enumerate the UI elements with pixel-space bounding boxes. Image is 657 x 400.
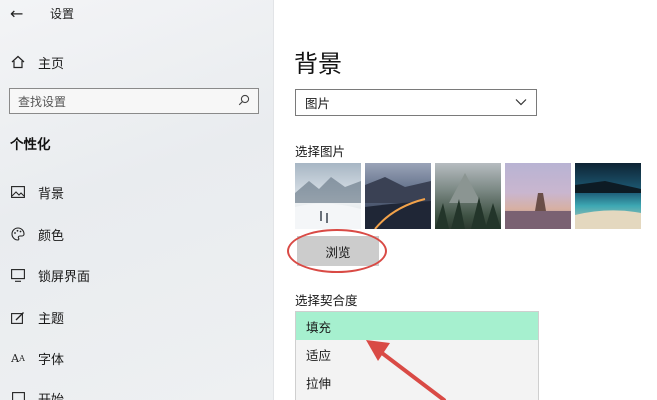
home-icon: [10, 54, 26, 70]
window-title: 设置: [50, 7, 75, 21]
start-icon: [10, 390, 26, 400]
sidebar-item-start[interactable]: 开始: [10, 388, 64, 400]
sidebar-item-lock-screen[interactable]: 锁屏界面: [10, 265, 90, 285]
fit-option-stretch[interactable]: 拉伸: [296, 368, 538, 396]
main-panel: 背景 图片 选择图片 浏览 选择契合度 填充 适应 拉伸: [274, 0, 657, 400]
background-type-value: 图片: [305, 96, 331, 111]
background-type-select[interactable]: 图片: [295, 89, 537, 116]
choose-picture-label: 选择图片: [295, 144, 346, 159]
search-placeholder: 查找设置: [18, 94, 67, 109]
sidebar: ← 设置 主页 查找设置 个性化 背景 颜色 锁屏界面 主题 A A 字体 开始: [0, 0, 274, 400]
picture-thumbnail-beach[interactable]: [575, 163, 641, 229]
back-arrow-icon[interactable]: ←: [10, 4, 23, 23]
fit-option-fit[interactable]: 适应: [296, 340, 538, 368]
sidebar-item-label: 主题: [38, 311, 65, 327]
choose-fit-label: 选择契合度: [295, 293, 358, 308]
sidebar-item-label: 背景: [38, 186, 65, 202]
nav-home-label: 主页: [38, 56, 65, 72]
picture-thumbnail-coast-road[interactable]: [365, 163, 431, 229]
sidebar-item-label: 开始: [38, 392, 65, 400]
sidebar-item-label: 字体: [38, 352, 65, 368]
nav-home[interactable]: 主页: [10, 52, 64, 72]
palette-icon: [10, 226, 26, 242]
sidebar-item-colors[interactable]: 颜色: [10, 224, 64, 244]
sidebar-item-background[interactable]: 背景: [10, 182, 64, 202]
title-bar: ← 设置: [0, 0, 274, 26]
chevron-down-icon: [515, 95, 527, 109]
sidebar-item-themes[interactable]: 主题: [10, 307, 64, 327]
picture-thumbnail-snow[interactable]: [295, 163, 361, 229]
picture-thumbnail-mountain-forest[interactable]: [435, 163, 501, 229]
sidebar-item-label: 锁屏界面: [38, 269, 91, 285]
browse-highlight-annotation: [287, 229, 387, 273]
fit-dropdown-list: 填充 适应 拉伸: [295, 311, 539, 400]
font-icon: AA: [11, 351, 25, 365]
page-title: 背景: [294, 50, 342, 78]
search-icon: [238, 94, 250, 109]
picture-thumbnails: [295, 163, 641, 229]
theme-icon: [10, 309, 26, 325]
image-icon: [10, 184, 26, 200]
fit-option-fill[interactable]: 填充: [296, 312, 538, 340]
lock-screen-icon: [10, 267, 26, 283]
search-input[interactable]: 查找设置: [9, 88, 259, 114]
sidebar-item-fonts[interactable]: AA 字体: [10, 348, 64, 368]
section-title: 个性化: [10, 137, 51, 153]
picture-thumbnail-desert-rock[interactable]: [505, 163, 571, 229]
sidebar-item-label: 颜色: [38, 228, 65, 244]
